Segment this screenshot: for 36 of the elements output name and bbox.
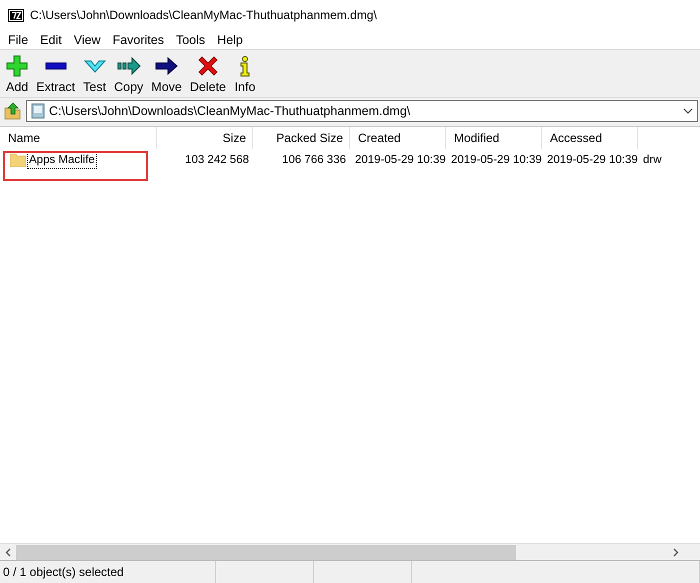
- arrow-icon: [154, 55, 179, 77]
- test-button[interactable]: Test: [79, 52, 110, 96]
- add-button[interactable]: Add: [2, 52, 32, 96]
- status-text: 0 / 1 object(s) selected: [0, 561, 216, 583]
- menu-item[interactable]: File: [2, 30, 34, 49]
- scrollbar-thumb[interactable]: [16, 544, 516, 560]
- address-field[interactable]: C:\Users\John\Downloads\CleanMyMac-Thuthuatphanmem.dmg\: [26, 100, 698, 122]
- table-cell-text: 2019-05-29 10:39: [546, 153, 638, 168]
- folder-up-icon[interactable]: [4, 102, 22, 120]
- menu-item[interactable]: View: [68, 30, 107, 49]
- delete-button[interactable]: Delete: [186, 52, 230, 96]
- scroll-left-icon[interactable]: [5, 548, 11, 556]
- table-cell-text: 106 766 336: [281, 153, 347, 168]
- table-cell-text: 103 242 568: [184, 153, 250, 168]
- extract-button[interactable]: Extract: [32, 52, 80, 96]
- copy-button[interactable]: Copy: [110, 52, 148, 96]
- menu-item[interactable]: Edit: [34, 30, 68, 49]
- table-cell-text: 2019-05-29 10:39: [354, 153, 446, 168]
- menu-item[interactable]: Tools: [170, 30, 212, 49]
- file-name[interactable]: Apps Maclife: [28, 152, 96, 168]
- table-cell-text: 2019-05-29 10:39: [450, 153, 542, 168]
- address-input[interactable]: C:\Users\John\Downloads\CleanMyMac-Thuthuatphanmem.dmg\: [49, 104, 679, 118]
- move-button[interactable]: Move: [147, 52, 186, 96]
- arrow-icon: [116, 55, 141, 77]
- table-cell-text: drw: [642, 153, 663, 168]
- menu-item[interactable]: Help: [211, 30, 249, 49]
- horizontal-scrollbar[interactable]: [0, 543, 700, 560]
- cross-icon: [196, 55, 219, 77]
- menu-item[interactable]: Favorites: [106, 30, 170, 49]
- folder-icon: [10, 153, 26, 167]
- window-title: C:\Users\John\Downloads\CleanMyMac-Thuthuatphanmem.dmg\: [30, 8, 377, 22]
- app-icon: [8, 8, 24, 22]
- info-button[interactable]: Info: [230, 52, 260, 96]
- plus-icon: [6, 55, 28, 77]
- dropdown-icon[interactable]: [683, 108, 693, 114]
- scroll-right-icon[interactable]: [673, 548, 679, 556]
